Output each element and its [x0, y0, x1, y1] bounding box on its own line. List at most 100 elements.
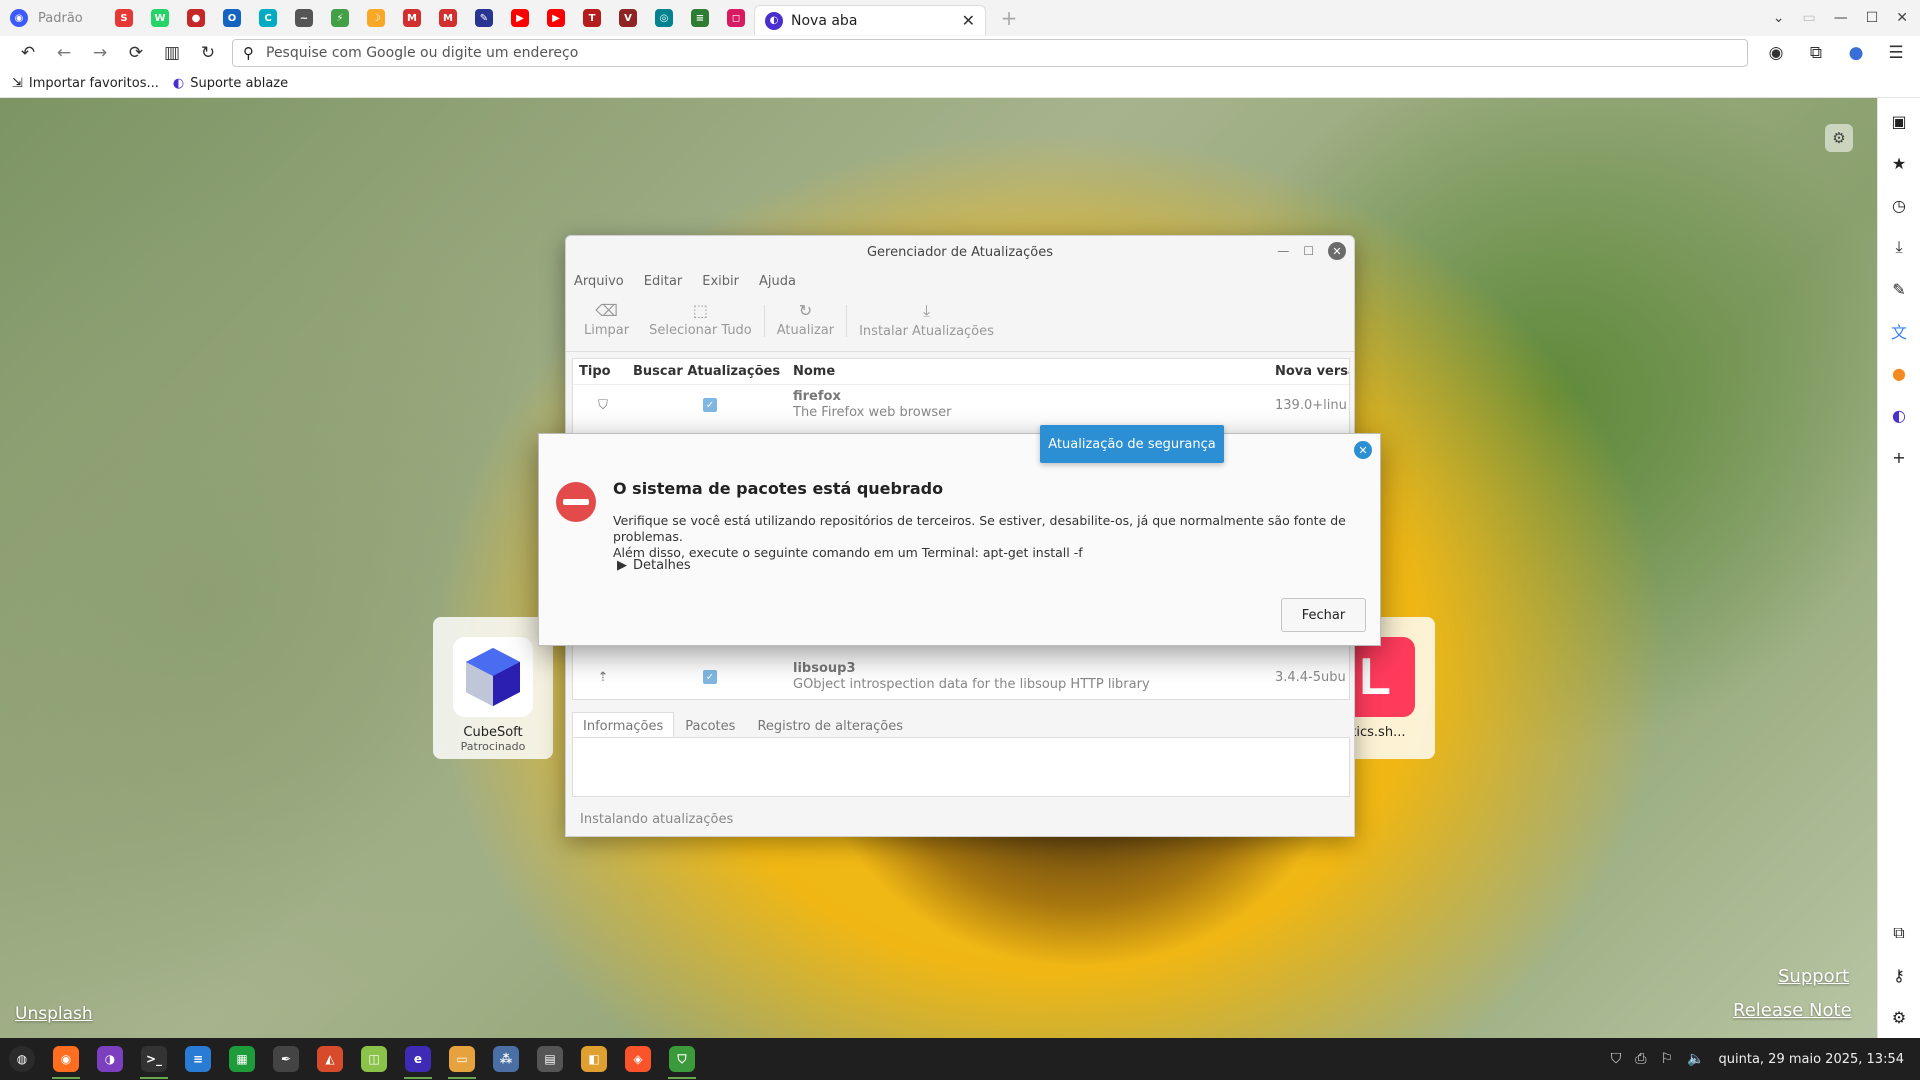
- menu-icon[interactable]: ☰: [1878, 38, 1914, 68]
- close-window-icon[interactable]: ✕: [1896, 10, 1908, 26]
- unsplash-link[interactable]: Unsplash: [15, 1004, 93, 1024]
- row-checkbox[interactable]: ✓: [703, 398, 717, 412]
- pinned-tab[interactable]: ◻: [718, 0, 754, 36]
- pinned-tab[interactable]: W: [142, 0, 178, 36]
- account-icon[interactable]: ◉: [1758, 38, 1794, 68]
- support-link[interactable]: Support: [1778, 966, 1849, 987]
- pinned-tab[interactable]: ✎: [466, 0, 502, 36]
- taskbar-app[interactable]: ◭: [308, 1038, 352, 1080]
- taskbar-app[interactable]: ≡: [176, 1038, 220, 1080]
- download-icon[interactable]: ⤓: [1886, 234, 1912, 260]
- taskbar-app[interactable]: ◉: [44, 1038, 88, 1080]
- close-button[interactable]: Fechar: [1281, 598, 1366, 632]
- pinned-tab[interactable]: C: [250, 0, 286, 36]
- details-expander[interactable]: ▶ Detalhes: [617, 558, 691, 573]
- star-icon[interactable]: ★: [1886, 150, 1912, 176]
- release-note-link[interactable]: Release Note: [1733, 1000, 1852, 1021]
- pinned-tab[interactable]: ●: [178, 0, 214, 36]
- pinned-tab[interactable]: ▶: [538, 0, 574, 36]
- profile-avatar-icon[interactable]: ●: [1838, 38, 1874, 68]
- taskbar-app[interactable]: ⁂: [484, 1038, 528, 1080]
- table-row[interactable]: ⇡ ✓ libsoup3 GObject introspection data …: [573, 657, 1349, 697]
- taskbar-app[interactable]: ◍: [0, 1038, 44, 1080]
- chevron-down-icon[interactable]: ⌄: [1773, 10, 1785, 26]
- taskbar-app[interactable]: ▭: [440, 1038, 484, 1080]
- pinned-tab[interactable]: ≡: [682, 0, 718, 36]
- pinned-tab[interactable]: ▶: [502, 0, 538, 36]
- shortcut-cubesoft[interactable]: CubeSoft Patrocinado: [433, 617, 553, 759]
- maximize-icon[interactable]: ☐: [1303, 244, 1314, 258]
- add-icon[interactable]: +: [1886, 444, 1912, 470]
- briefcase-icon[interactable]: ▣: [1886, 108, 1912, 134]
- volume-icon[interactable]: 🔈: [1687, 1051, 1704, 1067]
- close-icon[interactable]: ✕: [1354, 441, 1372, 459]
- pinned-tab[interactable]: S: [106, 0, 142, 36]
- menu-exibir[interactable]: Exibir: [702, 274, 739, 289]
- address-input[interactable]: [266, 45, 1747, 61]
- column-check[interactable]: Buscar Atualizações: [633, 364, 787, 379]
- taskbar-app[interactable]: ◑: [88, 1038, 132, 1080]
- pinned-tab[interactable]: M: [430, 0, 466, 36]
- pinned-tab[interactable]: M: [394, 0, 430, 36]
- tab-nova-aba[interactable]: ◐ Nova aba ✕: [754, 5, 986, 35]
- menu-ajuda[interactable]: Ajuda: [759, 274, 796, 289]
- settings-icon[interactable]: ⚙: [1886, 1004, 1912, 1030]
- reload-icon[interactable]: ↻: [190, 38, 226, 68]
- taskbar-app[interactable]: >_: [132, 1038, 176, 1080]
- forward-icon[interactable]: →: [82, 38, 118, 68]
- close-icon[interactable]: ✕: [1328, 242, 1346, 260]
- taskbar-app[interactable]: e: [396, 1038, 440, 1080]
- pinned-tab[interactable]: T: [574, 0, 610, 36]
- ablaze-icon[interactable]: ◐: [1886, 402, 1912, 428]
- taskbar-app[interactable]: ◫: [352, 1038, 396, 1080]
- printer-icon[interactable]: ⎙: [1635, 1051, 1646, 1067]
- pinned-tab[interactable]: ~: [286, 0, 322, 36]
- minimize-icon[interactable]: —: [1277, 244, 1289, 258]
- row-checkbox[interactable]: ✓: [703, 670, 717, 684]
- sync-icon[interactable]: ⟳: [118, 38, 154, 68]
- extensions-icon[interactable]: ⧉: [1798, 38, 1834, 68]
- column-version[interactable]: Nova versã: [1275, 364, 1349, 379]
- pen-icon[interactable]: ✎: [1886, 276, 1912, 302]
- pinned-tab[interactable]: V: [610, 0, 646, 36]
- column-type[interactable]: Tipo: [573, 364, 633, 379]
- taskbar-app[interactable]: ▦: [220, 1038, 264, 1080]
- pinned-tab[interactable]: O: [214, 0, 250, 36]
- clock[interactable]: quinta, 29 maio 2025, 13:54: [1719, 1052, 1905, 1067]
- taskbar-app[interactable]: ◧: [572, 1038, 616, 1080]
- key-icon[interactable]: ⚷: [1886, 962, 1912, 988]
- maximize-icon[interactable]: ☐: [1866, 10, 1879, 26]
- close-icon[interactable]: ✕: [962, 11, 975, 30]
- address-bar[interactable]: ⚲: [232, 39, 1748, 67]
- history-icon[interactable]: ◷: [1886, 192, 1912, 218]
- clear-button[interactable]: ⌫ Limpar: [574, 297, 639, 342]
- column-name[interactable]: Nome: [787, 364, 1275, 379]
- sidebar-toggle-icon[interactable]: ▭: [1802, 10, 1815, 26]
- pinned-tab[interactable]: ⚡: [322, 0, 358, 36]
- extensions-icon[interactable]: ⧉: [1886, 920, 1912, 946]
- back-icon[interactable]: ←: [46, 38, 82, 68]
- taskbar-app[interactable]: ✒: [264, 1038, 308, 1080]
- orange-leaf-icon[interactable]: ●: [1886, 360, 1912, 386]
- shield-icon[interactable]: ⛉: [1611, 1051, 1622, 1067]
- menu-editar[interactable]: Editar: [644, 274, 683, 289]
- translate-icon[interactable]: 文: [1886, 318, 1912, 344]
- profile-tab[interactable]: ◉ Padrão: [0, 9, 106, 27]
- taskbar-app[interactable]: ◈: [616, 1038, 660, 1080]
- pinned-tab[interactable]: ☽: [358, 0, 394, 36]
- install-updates-button[interactable]: ⤓ Instalar Atualizações: [849, 297, 1004, 343]
- taskbar-app[interactable]: ▤: [528, 1038, 572, 1080]
- new-tab-button[interactable]: +: [994, 6, 1024, 30]
- sidebar-icon[interactable]: ▥: [154, 38, 190, 68]
- minimize-icon[interactable]: —: [1834, 10, 1848, 26]
- bookmark-import[interactable]: ⇲ Importar favoritos...: [12, 76, 159, 91]
- undo-close-tab-icon[interactable]: ↶: [10, 38, 46, 68]
- gear-icon[interactable]: ⚙: [1825, 124, 1853, 152]
- refresh-button[interactable]: ↻ Atualizar: [767, 297, 844, 342]
- bookmark-support[interactable]: ◐ Suporte ablaze: [173, 76, 288, 91]
- pinned-tab[interactable]: ◎: [646, 0, 682, 36]
- select-all-button[interactable]: ⬚ Selecionar Tudo: [639, 297, 762, 342]
- taskbar-app[interactable]: ⛉: [660, 1038, 704, 1080]
- table-row[interactable]: ⛉ ✓ firefox The Firefox web browser 139.…: [573, 385, 1349, 425]
- network-icon[interactable]: ⚐: [1661, 1051, 1674, 1067]
